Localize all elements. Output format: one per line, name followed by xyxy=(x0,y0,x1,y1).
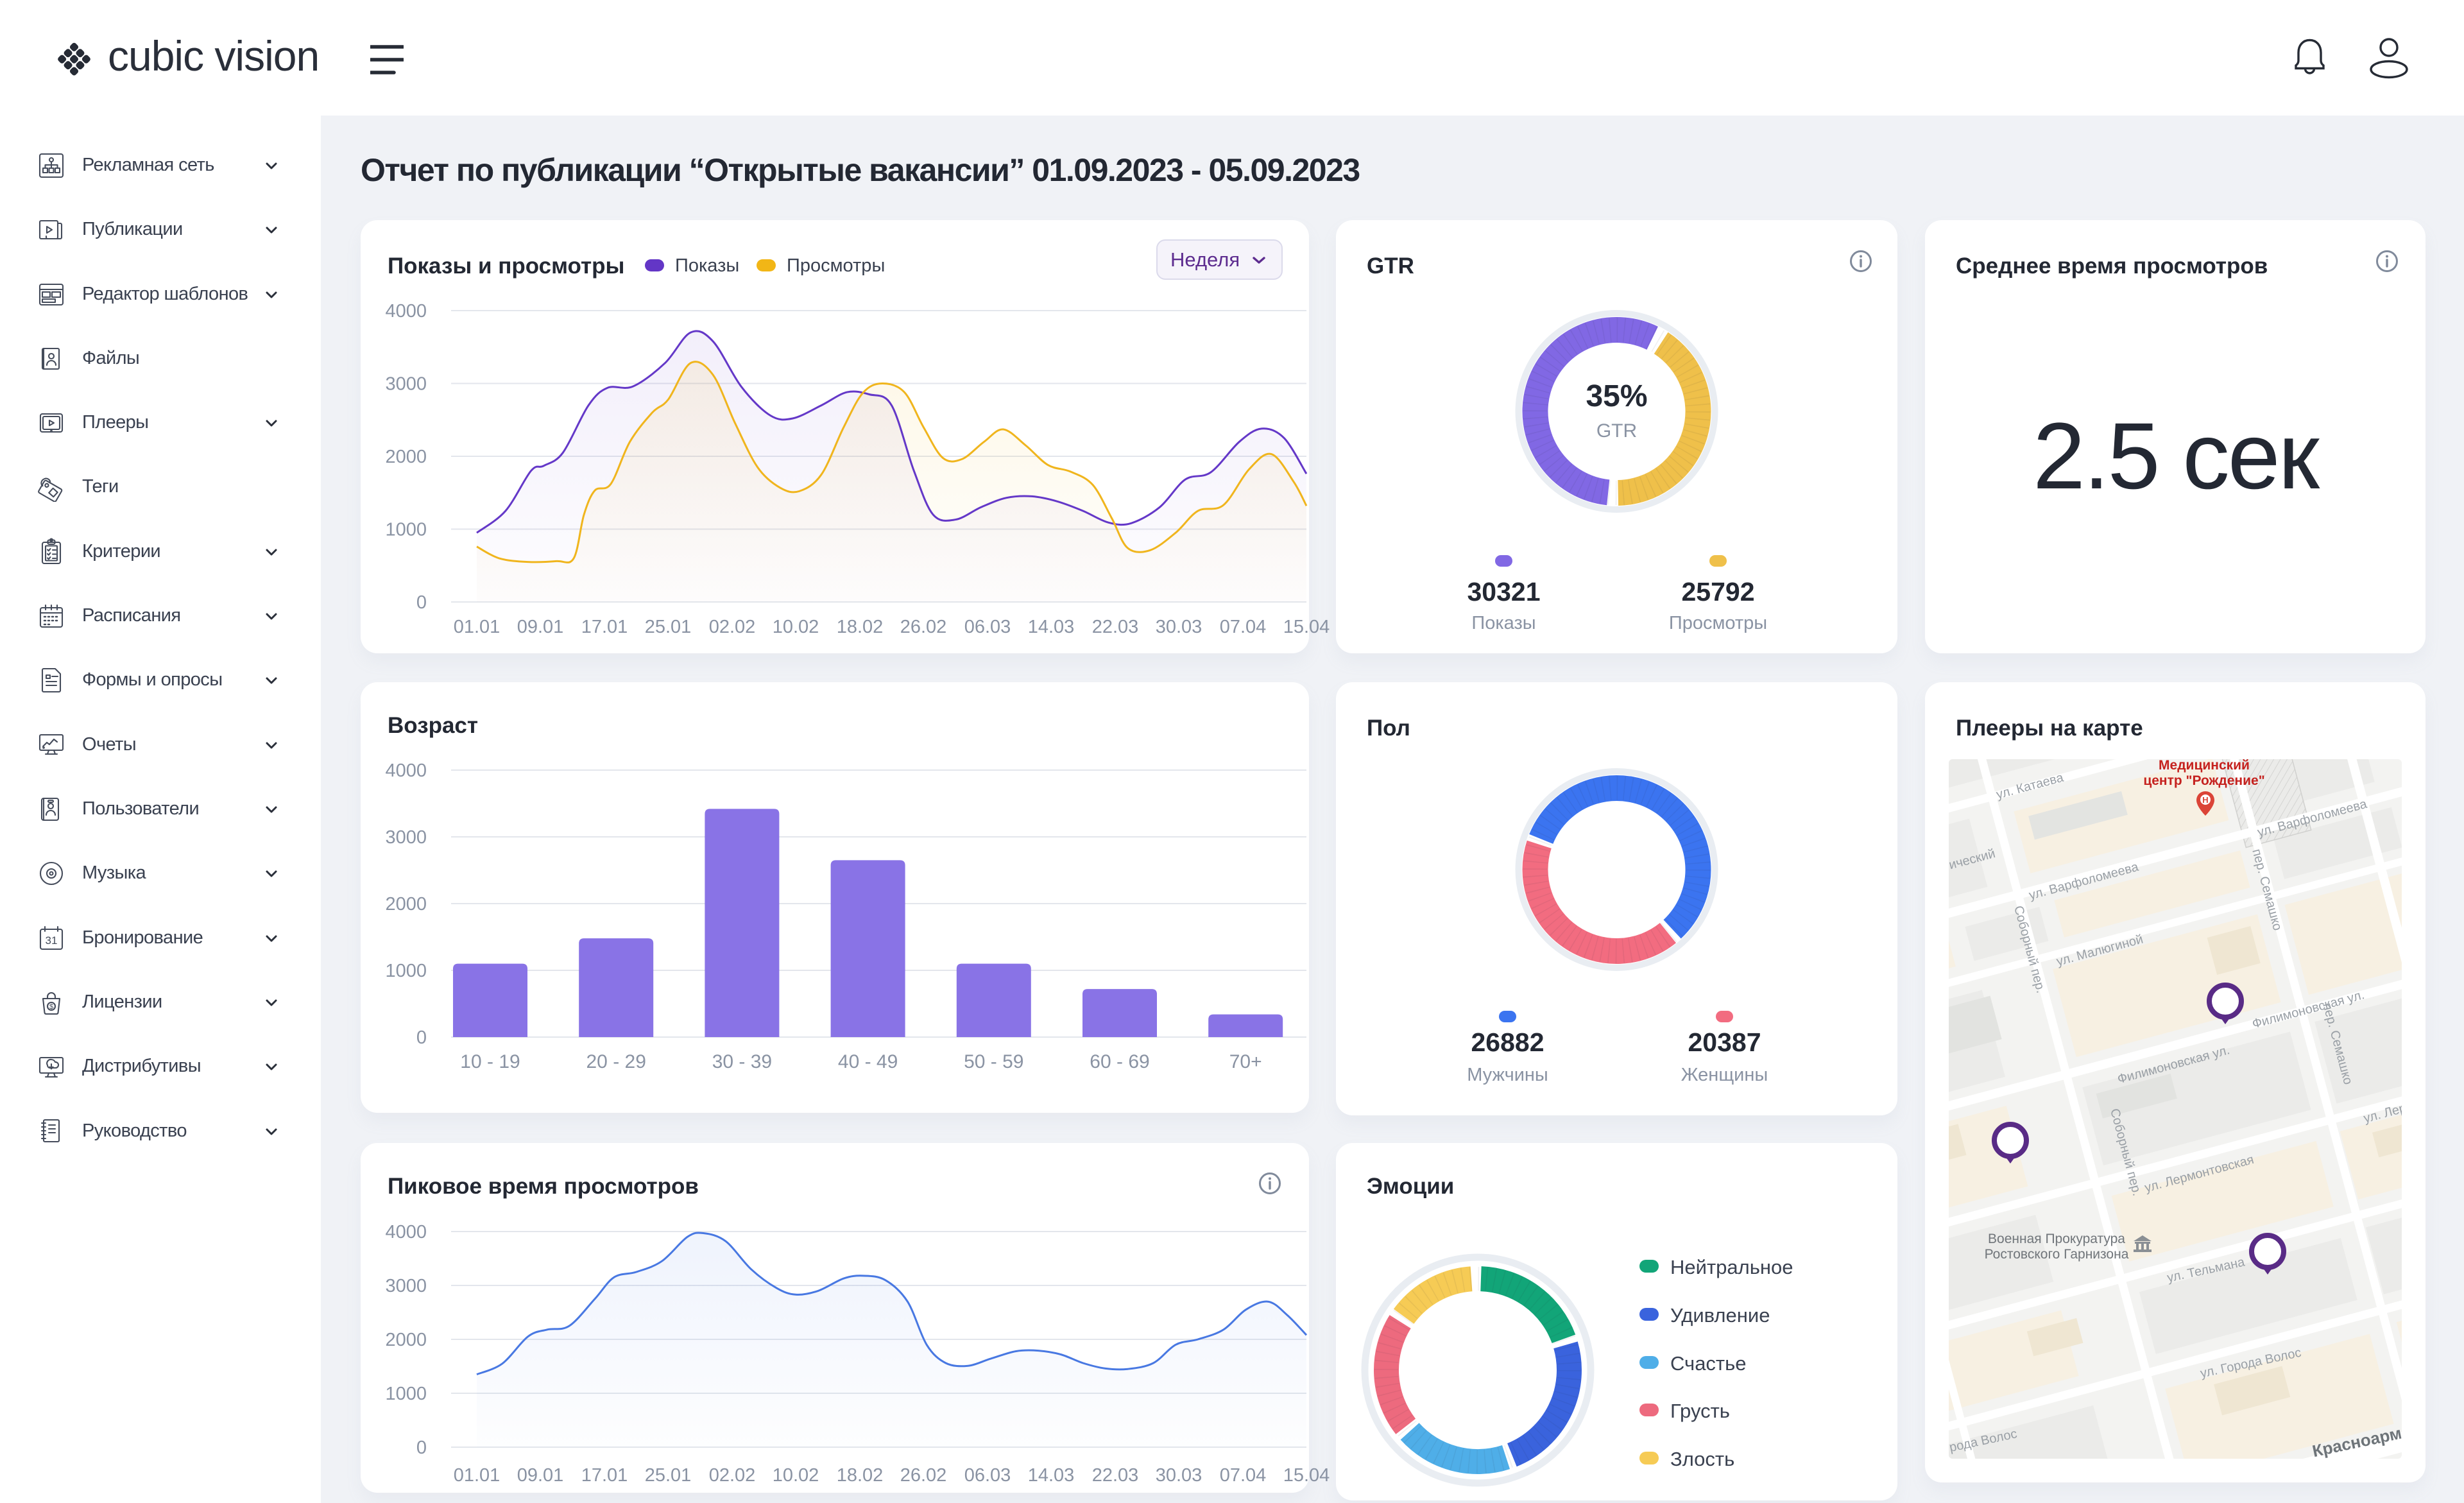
svg-text:50 - 59: 50 - 59 xyxy=(964,1051,1023,1072)
svg-text:22.03: 22.03 xyxy=(1092,617,1139,637)
svg-text:15.04: 15.04 xyxy=(1283,1465,1330,1486)
svg-text:06.03: 06.03 xyxy=(964,617,1011,637)
svg-text:0: 0 xyxy=(416,592,427,613)
svg-text:2000: 2000 xyxy=(385,894,427,915)
svg-text:0: 0 xyxy=(416,1438,427,1458)
svg-text:14.03: 14.03 xyxy=(1028,617,1075,637)
svg-text:25.01: 25.01 xyxy=(645,1465,692,1486)
svg-text:$: $ xyxy=(49,1003,53,1011)
svg-text:02.02: 02.02 xyxy=(709,1465,756,1486)
svg-text:10 - 19: 10 - 19 xyxy=(460,1051,520,1072)
svg-text:09.01: 09.01 xyxy=(517,617,564,637)
svg-text:17.01: 17.01 xyxy=(581,617,628,637)
svg-text:18.02: 18.02 xyxy=(837,1465,884,1486)
svg-text:07.04: 07.04 xyxy=(1220,1465,1267,1486)
svg-text:1000: 1000 xyxy=(385,961,427,981)
svg-text:1000: 1000 xyxy=(385,520,427,540)
svg-text:0: 0 xyxy=(416,1027,427,1048)
svg-text:09.01: 09.01 xyxy=(517,1465,564,1486)
svg-text:30.03: 30.03 xyxy=(1156,1465,1202,1486)
svg-text:18.02: 18.02 xyxy=(837,617,884,637)
svg-text:30 - 39: 30 - 39 xyxy=(712,1051,772,1072)
svg-text:4000: 4000 xyxy=(385,1222,427,1242)
svg-text:15.04: 15.04 xyxy=(1283,617,1330,637)
svg-text:4000: 4000 xyxy=(385,301,427,322)
svg-text:01.01: 01.01 xyxy=(454,617,501,637)
svg-text:70+: 70+ xyxy=(1229,1051,1262,1072)
svg-text:60 - 69: 60 - 69 xyxy=(1090,1051,1149,1072)
svg-text:14.03: 14.03 xyxy=(1028,1465,1075,1486)
svg-text:1000: 1000 xyxy=(385,1384,427,1404)
svg-text:10.02: 10.02 xyxy=(773,1465,819,1486)
svg-text:GTR: GTR xyxy=(1596,420,1637,442)
svg-text:2000: 2000 xyxy=(385,1330,427,1350)
svg-text:02.02: 02.02 xyxy=(709,617,756,637)
svg-text:22.03: 22.03 xyxy=(1092,1465,1139,1486)
svg-text:30.03: 30.03 xyxy=(1156,617,1202,637)
svg-text:40 - 49: 40 - 49 xyxy=(838,1051,898,1072)
svg-text:3000: 3000 xyxy=(385,374,427,395)
svg-text:3000: 3000 xyxy=(385,827,427,848)
svg-text:20 - 29: 20 - 29 xyxy=(586,1051,646,1072)
svg-text:H: H xyxy=(2202,795,2208,805)
svg-text:07.04: 07.04 xyxy=(1220,617,1267,637)
svg-text:35%: 35% xyxy=(1586,379,1647,413)
svg-text:центр "Рождение": центр "Рождение" xyxy=(2143,773,2264,788)
svg-text:26.02: 26.02 xyxy=(900,617,947,637)
svg-text:17.01: 17.01 xyxy=(581,1465,628,1486)
svg-text:10.02: 10.02 xyxy=(773,617,819,637)
svg-text:25.01: 25.01 xyxy=(645,617,692,637)
svg-text:Ростовского Гарнизона: Ростовского Гарнизона xyxy=(1985,1247,2129,1262)
svg-text:01.01: 01.01 xyxy=(454,1465,501,1486)
svg-text:Военная Прокуратура: Военная Прокуратура xyxy=(1988,1232,2125,1246)
svg-text:4000: 4000 xyxy=(385,760,427,781)
svg-text:2000: 2000 xyxy=(385,447,427,467)
svg-text:Медицинский: Медицинский xyxy=(2159,759,2250,773)
svg-text:26.02: 26.02 xyxy=(900,1465,947,1486)
svg-text:3000: 3000 xyxy=(385,1276,427,1296)
svg-text:06.03: 06.03 xyxy=(964,1465,1011,1486)
svg-text:31: 31 xyxy=(46,934,58,947)
